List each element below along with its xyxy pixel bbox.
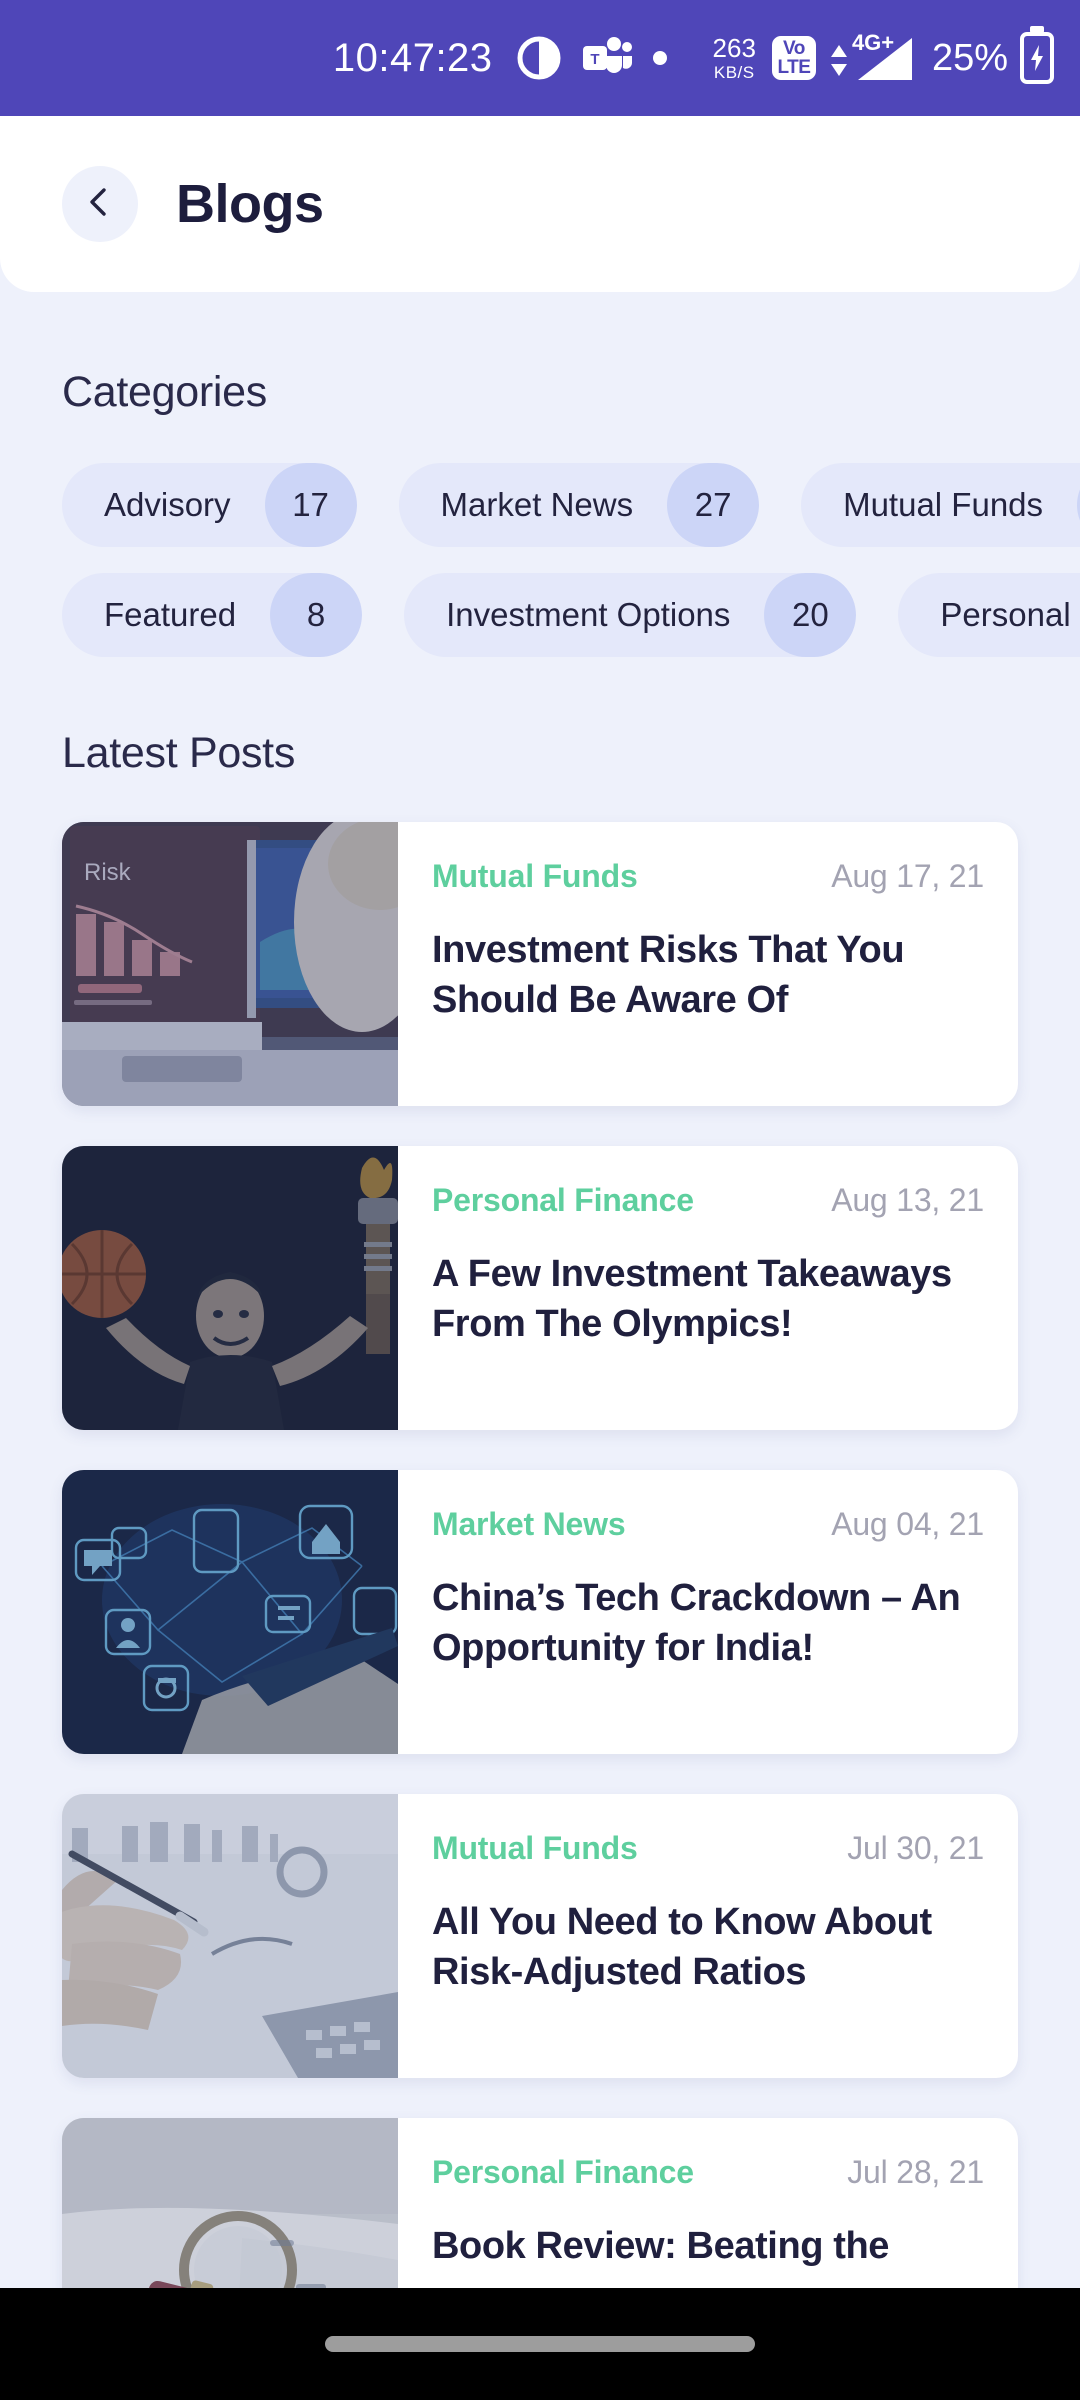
post-title: Investment Risks That You Should Be Awar… [432,929,905,1022]
post-thumbnail-digital-tech-icons [62,1470,398,1754]
post-meta: Mutual Funds Aug 17, 21 [432,858,984,895]
post-body: Mutual Funds Aug 17, 21 Investment Risks… [398,822,1018,1106]
app-badge-icon [517,36,561,80]
network-speed-indicator: 263 KB/S [713,35,756,81]
post-category: Market News [432,1506,626,1542]
post-card[interactable]: Personal Finance Jul 28, 21 Book Review:… [62,2118,1018,2288]
post-title: Book Review: Beating the [432,2225,890,2267]
home-gesture-pill[interactable] [325,2336,755,2352]
post-thumbnail-hand-writing-chart [62,1794,398,2078]
volte-icon: Vo LTE [771,36,816,80]
post-meta: Personal Finance Aug 13, 21 [432,1182,984,1219]
post-meta: Mutual Funds Jul 30, 21 [432,1830,984,1867]
volte-line-1: Vo [783,38,805,59]
app-bar: Blogs [0,116,1080,292]
chip-label: Featured [104,596,237,633]
category-chip-row[interactable]: Featured 8 Investment Options 20 Persona… [0,573,1080,657]
post-date: Aug 17, 21 [831,858,984,894]
category-chip-row[interactable]: Advisory 17 Market News 27 Mutual Funds … [0,463,1080,547]
post-title: China’s Tech Crackdown – An Opportunity … [432,1577,961,1670]
post-meta: Market News Aug 04, 21 [432,1506,984,1543]
latest-posts-heading: Latest Posts [62,729,296,777]
system-navigation-bar [0,2288,1080,2400]
post-meta: Personal Finance Jul 28, 21 [432,2154,984,2191]
chip-label: Mutual Funds [843,486,1044,523]
post-date: Jul 30, 21 [847,1830,984,1866]
post-category: Personal Finance [432,1182,694,1218]
post-card[interactable]: Mutual Funds Jul 30, 21 All You Need to … [62,1794,1018,2078]
volte-line-2: LTE [777,57,811,78]
post-date: Jul 28, 21 [847,2154,984,2190]
post-body: Personal Finance Jul 28, 21 Book Review:… [398,2118,1018,2288]
category-chip-mutual-funds[interactable]: Mutual Funds 31 [801,463,1080,547]
status-bar-clock: 10:47:23 [332,35,493,80]
category-chip-featured[interactable]: Featured 8 [62,573,363,657]
post-thumbnail-magnifying-glass [62,2118,398,2288]
data-transfer-arrows-icon [830,45,848,76]
post-card[interactable]: Risk Mutual Funds Aug 17, 21 Investment … [62,822,1018,1106]
page-title: Blogs [176,174,324,234]
chip-label: Personal Finance [940,596,1080,633]
post-category: Mutual Funds [432,858,638,894]
post-category: Mutual Funds [432,1830,638,1866]
post-title: A Few Investment Takeaways From The Olym… [432,1253,952,1346]
chip-label: Advisory [104,486,231,523]
chip-count-badge: 20 [764,573,857,657]
category-chip-advisory[interactable]: Advisory 17 [62,463,357,547]
post-title: All You Need to Know About Risk-Adjusted… [432,1901,932,1994]
chip-label: Market News [440,486,634,523]
scroll-content[interactable]: Categories Advisory 17 Market News 27 Mu… [0,292,1080,2288]
chevron-left-icon [83,185,117,224]
svg-text:T: T [590,51,599,68]
category-chip-market-news[interactable]: Market News 27 [398,463,760,547]
post-date: Aug 13, 21 [831,1182,984,1218]
categories-heading: Categories [62,368,267,416]
post-card[interactable]: Personal Finance Aug 13, 21 A Few Invest… [62,1146,1018,1430]
signal-strength-icon: 4G+ [830,30,914,82]
status-bar: 10:47:23 T 263 KB/S Vo LTE 4G+ 25% [0,0,1080,116]
post-date: Aug 04, 21 [831,1506,984,1542]
post-category: Personal Finance [432,2154,694,2190]
chip-count-badge: 17 [264,463,357,547]
network-speed-unit: KB/S [713,63,755,82]
post-body: Market News Aug 04, 21 China’s Tech Crac… [398,1470,1018,1754]
network-speed-value: 263 [712,33,756,63]
chip-label: Investment Options [446,596,731,633]
post-body: Mutual Funds Jul 30, 21 All You Need to … [398,1794,1018,2078]
phone-screen: 10:47:23 T 263 KB/S Vo LTE 4G+ 25% Blogs… [0,0,1080,2400]
battery-percent-label: 25% [931,36,1008,79]
category-chip-container: Advisory 17 Market News 27 Mutual Funds … [0,463,1080,657]
microsoft-teams-icon: T [581,36,633,80]
network-type-label: 4G+ [851,30,895,55]
battery-charging-icon [1020,32,1054,84]
category-chip-investment-options[interactable]: Investment Options 20 [404,573,857,657]
post-thumbnail-monitor-risk-chart: Risk [62,822,398,1106]
post-body: Personal Finance Aug 13, 21 A Few Invest… [398,1146,1018,1430]
category-chip-personal-finance[interactable]: Personal Finance 12 [898,573,1080,657]
latest-posts-list: Risk Mutual Funds Aug 17, 21 Investment … [0,822,1080,2288]
chip-count-badge: 8 [270,573,363,657]
post-thumbnail-athlete-torch [62,1146,398,1430]
notification-dot-icon [652,51,667,65]
chip-count-badge: 27 [667,463,760,547]
post-card[interactable]: Market News Aug 04, 21 China’s Tech Crac… [62,1470,1018,1754]
back-button[interactable] [62,166,138,242]
